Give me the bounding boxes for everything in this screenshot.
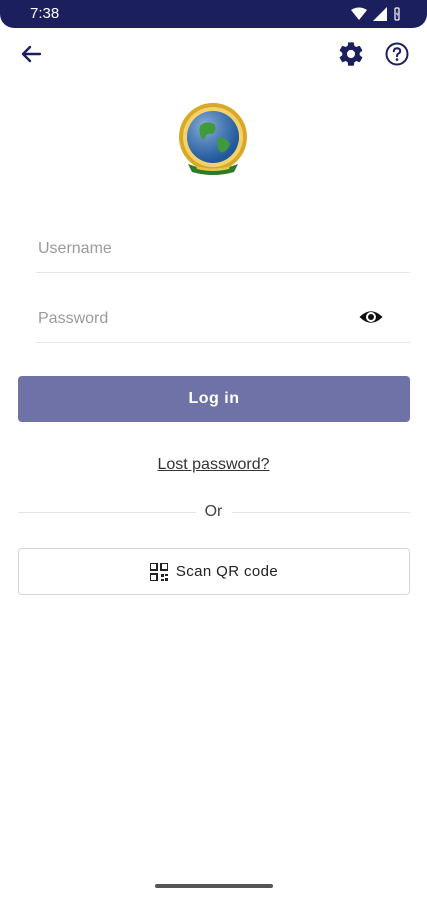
status-bar: 7:38 <box>0 0 427 28</box>
lost-password-link[interactable]: Lost password? <box>0 456 427 474</box>
back-arrow-icon[interactable] <box>18 40 46 68</box>
wifi-icon <box>351 7 367 20</box>
status-icons <box>351 7 401 21</box>
eye-icon[interactable] <box>358 304 384 330</box>
help-icon[interactable] <box>383 40 411 68</box>
battery-icon <box>394 7 400 21</box>
top-app-bar <box>0 32 427 76</box>
globe-badge-logo <box>179 103 247 175</box>
password-field-container <box>36 290 410 343</box>
password-input[interactable] <box>36 298 350 340</box>
login-button[interactable]: Log in <box>18 376 410 422</box>
home-indicator[interactable] <box>155 884 273 888</box>
username-input[interactable] <box>36 228 350 270</box>
scan-qr-button[interactable]: Scan QR code <box>18 548 410 595</box>
status-time: 7:38 <box>30 5 60 22</box>
scan-qr-label: Scan QR code <box>175 563 279 580</box>
divider-right <box>232 512 410 513</box>
qr-code-icon <box>149 562 168 581</box>
gear-icon[interactable] <box>337 40 365 68</box>
username-field-container <box>36 220 410 273</box>
signal-icon <box>373 7 387 21</box>
